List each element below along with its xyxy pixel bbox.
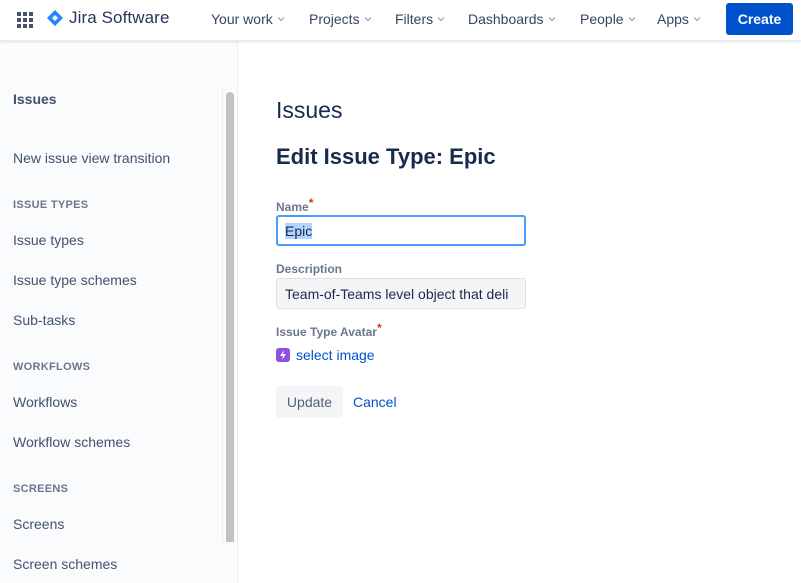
select-image-label[interactable]: select image <box>296 347 375 363</box>
sidebar-item-issue-types[interactable]: Issue types <box>13 232 84 248</box>
select-image-link[interactable]: select image <box>276 347 375 363</box>
sidebar-item-sub-tasks[interactable]: Sub-tasks <box>13 312 75 328</box>
chevron-down-icon <box>364 17 372 22</box>
description-input[interactable]: Team-of-Teams level object that deli <box>276 278 526 309</box>
chevron-down-icon <box>693 17 701 22</box>
name-field-label: Name* <box>276 196 313 214</box>
jira-logo[interactable]: Jira Software <box>47 8 170 28</box>
nav-apps-label: Apps <box>657 11 689 27</box>
sidebar-scrollbar-thumb[interactable] <box>226 92 234 542</box>
epic-lightning-icon <box>276 348 290 362</box>
sidebar-item-issue-type-schemes[interactable]: Issue type schemes <box>13 272 137 288</box>
sidebar-item-workflow-schemes[interactable]: Workflow schemes <box>13 434 130 450</box>
nav-your-work[interactable]: Your work <box>211 11 285 27</box>
cancel-link[interactable]: Cancel <box>353 394 397 410</box>
chevron-down-icon <box>628 17 636 22</box>
name-label-text: Name <box>276 200 309 214</box>
chevron-down-icon <box>548 17 555 22</box>
top-navigation: Jira Software Your work Projects Filters… <box>0 0 801 41</box>
nav-dashboards-label: Dashboards <box>468 11 544 27</box>
required-marker: * <box>308 196 314 210</box>
nav-people[interactable]: People <box>580 11 636 27</box>
sidebar-item-screen-schemes[interactable]: Screen schemes <box>13 556 117 572</box>
nav-apps[interactable]: Apps <box>657 11 701 27</box>
create-button[interactable]: Create <box>726 3 793 35</box>
description-field-label: Description <box>276 262 343 276</box>
chevron-down-icon <box>437 17 445 22</box>
name-input-value[interactable]: Epic <box>285 223 313 239</box>
nav-projects-label: Projects <box>309 11 360 27</box>
sidebar-heading-workflows: WORKFLOWS <box>13 361 91 373</box>
nav-projects[interactable]: Projects <box>309 11 372 27</box>
name-input[interactable]: Epic <box>276 215 526 246</box>
sidebar-item-new-issue-view-transition[interactable]: New issue view transition <box>13 150 170 166</box>
jira-diamond-icon <box>47 10 63 26</box>
page-title: Edit Issue Type: Epic <box>276 144 496 169</box>
section-title: Issues <box>276 97 343 123</box>
sidebar-item-screens[interactable]: Screens <box>13 516 64 532</box>
sidebar-heading-issue-types: ISSUE TYPES <box>13 199 89 211</box>
nav-your-work-label: Your work <box>211 11 273 27</box>
sidebar-item-workflows[interactable]: Workflows <box>13 394 77 410</box>
avatar-label-text: Issue Type Avatar <box>276 325 377 339</box>
chevron-down-icon <box>277 17 285 22</box>
avatar-field-label: Issue Type Avatar* <box>276 321 382 339</box>
description-input-value[interactable]: Team-of-Teams level object that deli <box>285 286 508 302</box>
app-switcher-icon[interactable] <box>17 12 33 28</box>
nav-filters-label: Filters <box>395 11 434 27</box>
sidebar: Issues New issue view transition ISSUE T… <box>0 41 238 583</box>
nav-filters[interactable]: Filters <box>395 11 445 27</box>
app-name: Jira Software <box>69 8 170 27</box>
nav-people-label: People <box>580 11 624 27</box>
nav-dashboards[interactable]: Dashboards <box>468 11 556 27</box>
update-button[interactable]: Update <box>276 386 343 418</box>
sidebar-heading-screens: SCREENS <box>13 483 69 495</box>
required-marker: * <box>376 321 382 335</box>
sidebar-title: Issues <box>13 91 57 107</box>
